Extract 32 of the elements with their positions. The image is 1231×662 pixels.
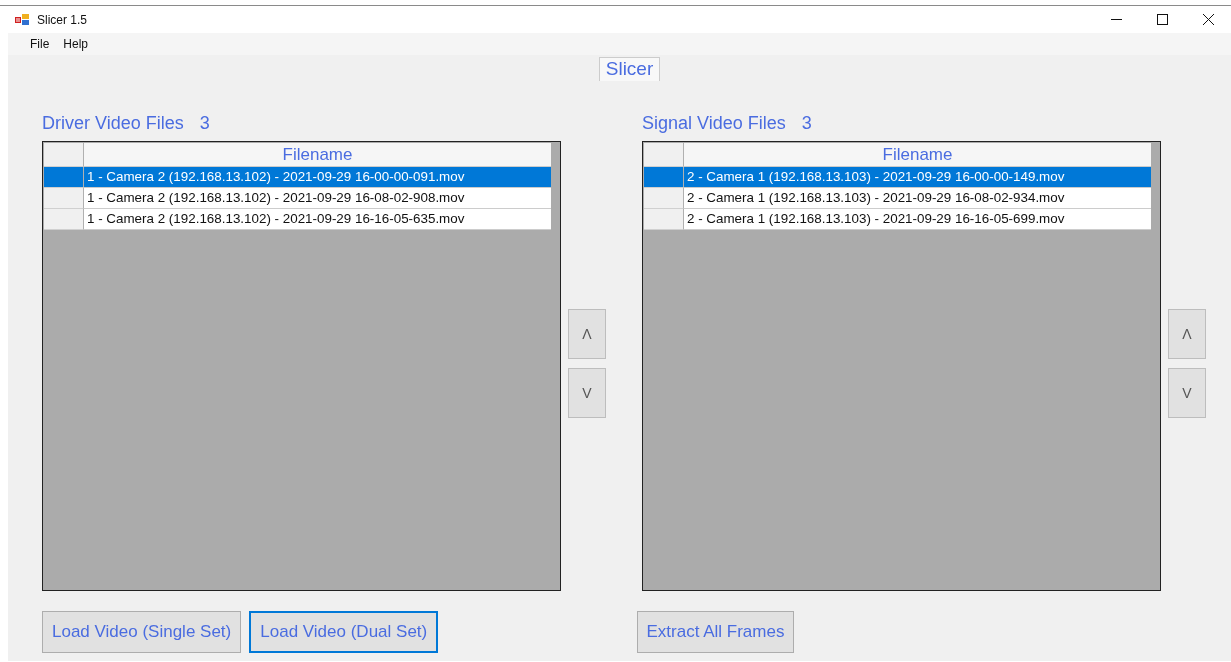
close-icon[interactable] xyxy=(1202,14,1214,25)
panel-title: Signal Video Files xyxy=(642,113,786,132)
filename-cell[interactable]: 1 - Camera 2 (192.168.13.102) - 2021-09-29 16-00-00-091.mov xyxy=(84,167,551,188)
filename-cell[interactable]: 1 - Camera 2 (192.168.13.102) - 2021-09-29 16-16-05-635.mov xyxy=(84,209,551,230)
panel-title: Driver Video Files xyxy=(42,113,184,132)
tab[interactable]: Slicer xyxy=(598,57,661,81)
move-down-button[interactable]: V xyxy=(568,368,606,418)
row-header[interactable] xyxy=(44,209,84,230)
filename-cell[interactable]: 1 - Camera 2 (192.168.13.102) - 2021-09-29 16-08-02-908.mov xyxy=(84,188,551,209)
filename-cell[interactable]: 2 - Camera 1 (192.168.13.103) - 2021-09-29 16-00-00-149.mov xyxy=(684,167,1151,188)
row-header[interactable] xyxy=(644,209,684,230)
app-icon xyxy=(15,13,30,26)
row-header[interactable] xyxy=(44,188,84,209)
extract-button[interactable]: Extract All Frames xyxy=(636,611,795,653)
column-header[interactable]: Filename xyxy=(84,143,551,167)
move-up-button[interactable]: Λ xyxy=(1168,309,1206,359)
move-down-button[interactable]: V xyxy=(1168,368,1206,418)
file-count: 3 xyxy=(199,113,210,132)
load-button[interactable]: Load Video (Dual Set) xyxy=(249,611,439,653)
load-button[interactable]: Load Video (Single Set) xyxy=(42,611,242,653)
menu-item[interactable]: File xyxy=(23,37,57,51)
file-count: 3 xyxy=(801,113,812,132)
window-title: Slicer 1.5 xyxy=(37,12,89,27)
filename-cell[interactable]: 2 - Camera 1 (192.168.13.103) - 2021-09-29 16-08-02-934.mov xyxy=(684,188,1151,209)
menu-item[interactable]: Help xyxy=(56,37,96,51)
maximize-icon[interactable] xyxy=(1156,14,1168,25)
row-header[interactable] xyxy=(644,167,684,188)
row-header[interactable] xyxy=(644,188,684,209)
move-up-button[interactable]: Λ xyxy=(568,309,606,359)
filename-cell[interactable]: 2 - Camera 1 (192.168.13.103) - 2021-09-29 16-16-05-699.mov xyxy=(684,209,1151,230)
column-header[interactable]: Filename xyxy=(684,143,1151,167)
row-header[interactable] xyxy=(44,167,84,188)
